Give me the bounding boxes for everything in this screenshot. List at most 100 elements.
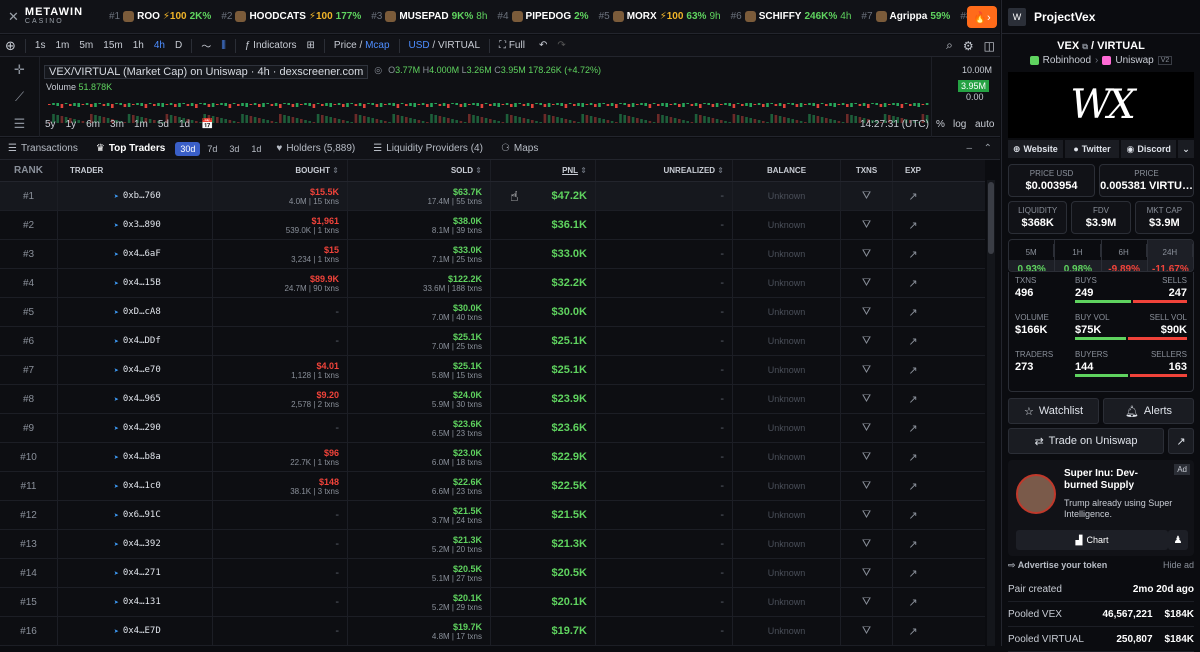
trader-address[interactable]: 0xb…760 [123,191,161,201]
camera-icon[interactable]: ◫ [979,39,1000,53]
txns-filter-cell[interactable]: ⛛ [841,269,893,297]
period-7d[interactable]: 7d [202,142,222,156]
range-5y[interactable]: 5y [40,119,61,130]
tab-holders[interactable]: ♥ Holders (5,889) [268,143,363,154]
trader-cell[interactable]: ➤ 0x6…91C [58,501,213,529]
explorer-cell[interactable]: ↗ [893,530,933,558]
fire-button[interactable]: 🔥› [967,6,997,28]
change-tab-6h[interactable]: 6H -9.89% [1101,240,1148,271]
trader-cell[interactable]: ➤ 0x4…E7D [58,617,213,645]
chain-name[interactable]: Robinhood [1043,55,1091,66]
txns-filter-cell[interactable]: ⛛ [841,298,893,326]
trending-item[interactable]: #6 SCHIFFY 246K% 4h [726,11,857,22]
txns-filter-cell[interactable]: ⛛ [841,240,893,268]
date-range-icon[interactable]: 📅 [201,119,213,130]
txns-filter-cell[interactable]: ⛛ [841,327,893,355]
trader-cell[interactable]: ➤ 0x4…131 [58,588,213,616]
col-unrealized[interactable]: UNREALIZED ⇕ [596,160,733,181]
explorer-cell[interactable]: ↗ [893,617,933,645]
trader-address[interactable]: 0x4…6aF [123,249,161,259]
trader-cell[interactable]: ➤ 0x4…965 [58,385,213,413]
trader-address[interactable]: 0x4…DDf [123,336,161,346]
explorer-cell[interactable]: ↗ [893,559,933,587]
trending-item[interactable]: #5 MORX ⚡100 63% 9h [594,11,726,22]
external-link-button[interactable]: ↗ [1168,428,1194,454]
interval-15m[interactable]: 15m [98,40,127,51]
trader-cell[interactable]: ➤ 0x4…e70 [58,356,213,384]
interval-5m[interactable]: 5m [74,40,98,51]
trader-address[interactable]: 0x4…392 [123,539,161,549]
advertise-link[interactable]: ⇨ Advertise your token [1008,560,1107,571]
trader-cell[interactable]: ➤ 0x4…1c0 [58,472,213,500]
trader-address[interactable]: 0x4…b8a [123,452,161,462]
period-3d[interactable]: 3d [224,142,244,156]
col-bought[interactable]: BOUGHT ⇕ [213,160,348,181]
trending-item[interactable]: #2 HOODCATS ⚡100 177% [216,11,366,22]
trader-cell[interactable]: ➤ 0x4…15B [58,269,213,297]
settings-gear-icon[interactable]: ⚙ [958,39,979,53]
ad-chart-button[interactable]: ▟ Chart [1016,530,1168,550]
pair-base[interactable]: VEX [1057,40,1079,52]
currency-toggle[interactable]: USD / VIRTUAL [404,40,486,51]
txns-filter-cell[interactable]: ⛛ [841,356,893,384]
trader-address[interactable]: 0x4…e70 [123,365,161,375]
table-scrollbar[interactable] [987,180,995,646]
trader-address[interactable]: 0x4…271 [123,568,161,578]
trader-address[interactable]: 0x4…965 [123,394,161,404]
tab-top-traders[interactable]: ♛ Top Traders [88,143,173,154]
hide-ad-link[interactable]: Hide ad [1163,560,1194,571]
trade-on-uniswap-button[interactable]: ⇄ Trade on Uniswap [1008,428,1164,454]
eye-icon[interactable]: ◎ [374,65,382,79]
trader-cell[interactable]: ➤ 0x4…b8a [58,443,213,471]
minimize-icon[interactable]: – [966,143,972,154]
col-pnl[interactable]: PNL ⇕ [491,160,596,181]
txns-filter-cell[interactable]: ⛛ [841,414,893,442]
alerts-button[interactable]: 🔔︎ Alerts [1103,398,1194,424]
add-symbol-icon[interactable]: ⊕ [0,38,21,54]
discord-link[interactable]: ◉ Discord [1121,140,1177,158]
fullscreen-button[interactable]: ⛶ Full [494,40,530,51]
ad-card[interactable]: Super Inu: Dev-burned Supply Trump alrea… [1008,460,1194,556]
explorer-cell[interactable]: ↗ [893,182,933,210]
candle-chart-icon[interactable]: ⫼ [216,40,231,51]
period-1d[interactable]: 1d [246,142,266,156]
trader-address[interactable]: 0x4…1c0 [123,481,161,491]
trend-line-icon[interactable]: ⟋ [15,89,24,105]
trending-item[interactable]: #1 ROO ⚡100 2K% [104,11,216,22]
tab-liquidity-providers[interactable]: ☰ Liquidity Providers (4) [365,143,491,154]
explorer-cell[interactable]: ↗ [893,240,933,268]
trader-cell[interactable]: ➤ 0xD…cA8 [58,298,213,326]
trader-cell[interactable]: ➤ 0x4…392 [58,530,213,558]
txns-filter-cell[interactable]: ⛛ [841,211,893,239]
period-30d[interactable]: 30d [175,141,201,156]
trader-address[interactable]: 0x3…890 [123,220,161,230]
indicators-button[interactable]: ƒ Indicators [240,40,302,51]
range-5d[interactable]: 5d [153,119,174,130]
trader-address[interactable]: 0xD…cA8 [123,307,161,317]
range-1y[interactable]: 1y [61,119,82,130]
txns-filter-cell[interactable]: ⛛ [841,501,893,529]
change-tab-24h[interactable]: 24H -11.67% [1147,240,1193,271]
crosshair-icon[interactable]: ✛ [14,62,25,78]
chevron-up-icon[interactable]: ⌃ [984,143,992,154]
explorer-cell[interactable]: ↗ [893,356,933,384]
watchlist-button[interactable]: ☆ Watchlist [1008,398,1099,424]
interval-1h[interactable]: 1h [128,40,149,51]
scroll-thumb[interactable] [988,182,994,254]
undo-icon[interactable]: ↶ [534,40,552,51]
percent-toggle[interactable]: % [936,119,945,130]
txns-filter-cell[interactable]: ⛛ [841,443,893,471]
tab-maps[interactable]: ⚆ Maps [493,143,546,154]
copy-icon[interactable]: ⧉ [1082,42,1088,51]
explorer-cell[interactable]: ↗ [893,211,933,239]
trader-cell[interactable]: ➤ 0x4…6aF [58,240,213,268]
website-link[interactable]: ⊕ Website [1008,140,1063,158]
txns-filter-cell[interactable]: ⛛ [841,588,893,616]
trader-address[interactable]: 0x4…131 [123,597,161,607]
range-6m[interactable]: 6m [81,119,105,130]
txns-filter-cell[interactable]: ⛛ [841,385,893,413]
redo-icon[interactable]: ↷ [552,40,570,51]
txns-filter-cell[interactable]: ⛛ [841,617,893,645]
trader-cell[interactable]: ➤ 0xb…760 [58,182,213,210]
templates-icon[interactable]: ⊞ [302,40,320,51]
